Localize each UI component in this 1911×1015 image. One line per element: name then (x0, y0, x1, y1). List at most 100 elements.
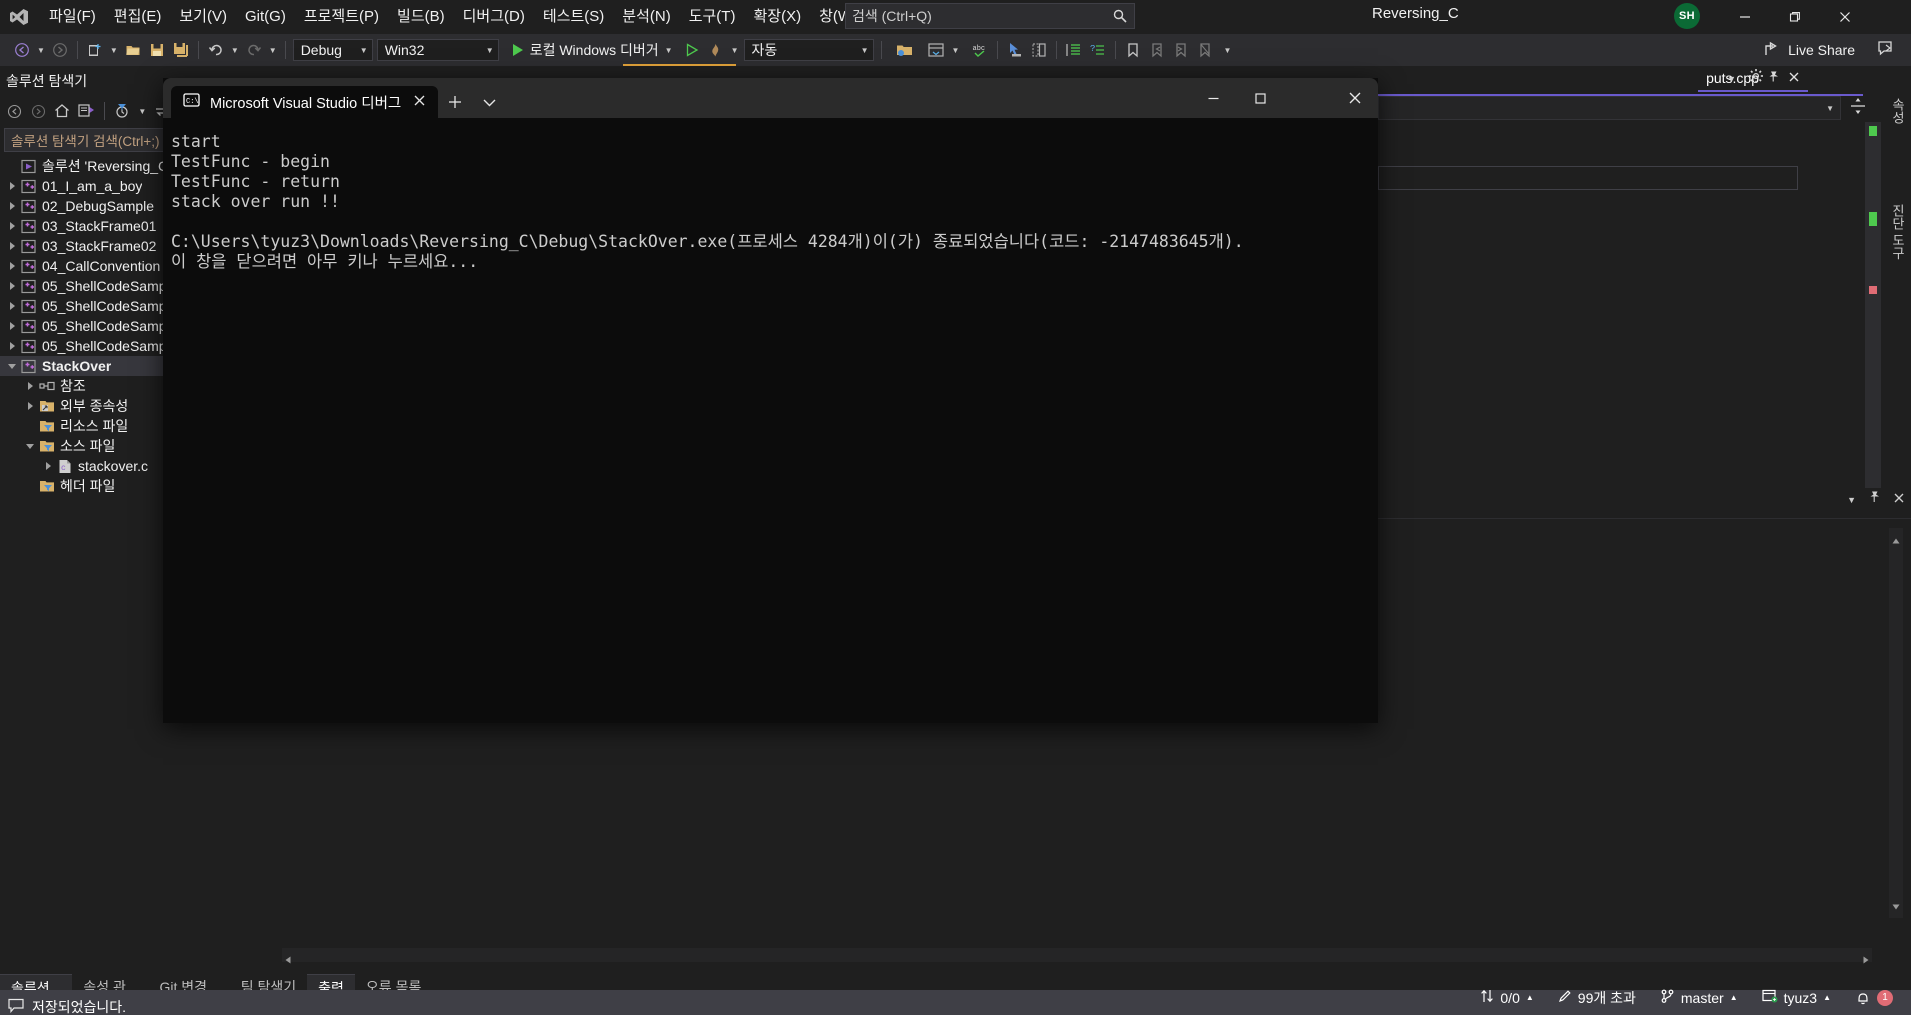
console-tab[interactable]: C:\ Microsoft Visual Studio 디버그 (171, 86, 439, 118)
split-view-icon[interactable] (1849, 96, 1867, 121)
navigation-bar-dropdown[interactable]: ▼ (1378, 96, 1841, 120)
comment-selection-icon[interactable]: ? (1086, 38, 1110, 62)
undo-dropdown-icon[interactable]: ▼ (228, 46, 242, 55)
new-project-dropdown-icon[interactable]: ▼ (107, 46, 121, 55)
solution-view-icon[interactable] (75, 99, 97, 123)
expand-arrow-icon[interactable] (4, 258, 20, 274)
open-file-icon[interactable] (121, 38, 145, 62)
filter-dropdown-icon[interactable]: ▼ (135, 107, 149, 116)
expand-arrow-icon[interactable] (4, 278, 20, 294)
home-icon[interactable] (51, 99, 73, 123)
console-close-button[interactable] (1331, 78, 1378, 118)
start-without-debugging-icon[interactable] (680, 38, 704, 62)
window-minimize-button[interactable] (1722, 0, 1768, 34)
expand-arrow-icon[interactable] (22, 398, 38, 414)
next-bookmark-icon[interactable] (1169, 38, 1193, 62)
collapse-arrow-icon[interactable] (22, 438, 38, 454)
pin-icon[interactable] (1868, 490, 1881, 509)
live-preview-icon[interactable] (1027, 38, 1051, 62)
expand-arrow-icon[interactable] (4, 218, 20, 234)
new-project-icon[interactable] (83, 38, 107, 62)
status-pending-changes[interactable]: 99개 초과 (1546, 988, 1648, 1008)
chevron-down-icon[interactable]: ▼ (1847, 495, 1856, 505)
hot-reload-dropdown-icon[interactable]: ▼ (728, 46, 742, 55)
status-notifications[interactable]: 1 (1843, 989, 1911, 1006)
collapse-arrow-icon[interactable] (4, 358, 20, 374)
spell-check-icon[interactable]: abc (968, 38, 992, 62)
status-repository[interactable]: tyuz3 ▲ (1750, 989, 1843, 1006)
console-maximize-button[interactable] (1237, 78, 1284, 118)
menu-item-tools[interactable]: 도구(T) (680, 3, 745, 31)
menu-item-view[interactable]: 보기(V) (170, 3, 236, 31)
expand-arrow-icon[interactable] (4, 178, 20, 194)
solution-platform-dropdown[interactable]: Win32 ▼ (376, 39, 499, 61)
scroll-down-icon[interactable] (1892, 897, 1900, 915)
window-layout-icon[interactable] (925, 38, 949, 62)
vertical-tab-diagnostics[interactable]: 진단 도구 (1888, 204, 1907, 260)
menu-item-edit[interactable]: 편집(E) (105, 3, 171, 31)
start-debugging-button[interactable]: 로컬 Windows 디버거 ▼ (501, 38, 680, 62)
console-window[interactable]: C:\ Microsoft Visual Studio 디버그 start Tes… (163, 78, 1378, 723)
code-editor-surface[interactable] (1378, 94, 1863, 514)
chevron-down-icon[interactable] (472, 86, 506, 118)
toolbar-overflow-icon[interactable]: ▼ (1217, 46, 1234, 55)
save-file-icon[interactable] (145, 38, 169, 62)
close-icon[interactable] (1788, 70, 1800, 86)
expand-arrow-icon[interactable] (4, 338, 20, 354)
previous-bookmark-icon[interactable] (1145, 38, 1169, 62)
expand-arrow-icon[interactable] (40, 458, 56, 474)
save-all-icon[interactable] (169, 38, 193, 62)
navigate-backward-dropdown-icon[interactable]: ▼ (34, 46, 48, 55)
gear-icon[interactable] (1748, 68, 1764, 89)
status-source-control-sync[interactable]: 0/0 ▲ (1468, 989, 1545, 1006)
close-icon[interactable] (1893, 491, 1905, 509)
window-restore-button[interactable] (1772, 0, 1818, 34)
vertical-tab-properties[interactable]: 속성 (1888, 98, 1907, 124)
search-input[interactable]: 검색 (Ctrl+Q) (845, 3, 1135, 29)
chevron-down-icon[interactable]: ▼ (1727, 74, 1736, 84)
menu-item-test[interactable]: 테스트(S) (534, 3, 613, 31)
select-element-icon[interactable] (1003, 38, 1027, 62)
editor-vertical-scrollbar[interactable] (1865, 122, 1881, 522)
navigate-backward-icon[interactable] (10, 38, 34, 62)
chevron-up-icon[interactable]: ▲ (1823, 993, 1831, 1002)
clear-bookmarks-icon[interactable] (1193, 38, 1217, 62)
pin-icon[interactable] (1767, 70, 1780, 86)
window-layout-dropdown-icon[interactable]: ▼ (949, 46, 963, 55)
back-arrow-icon[interactable] (4, 99, 26, 123)
navigate-forward-icon[interactable] (48, 38, 72, 62)
redo-dropdown-icon[interactable]: ▼ (266, 46, 280, 55)
menu-item-git[interactable]: Git(G) (236, 3, 295, 31)
solution-configuration-dropdown[interactable]: Debug ▼ (292, 39, 373, 61)
new-folder-icon[interactable] (893, 38, 917, 62)
menu-item-file[interactable]: 파일(F) (40, 3, 105, 31)
scroll-left-icon[interactable] (285, 951, 291, 969)
live-share-button[interactable]: Live Share (1764, 38, 1855, 62)
chevron-up-icon[interactable]: ▲ (1526, 993, 1534, 1002)
redo-icon[interactable] (242, 38, 266, 62)
expand-arrow-icon[interactable] (4, 198, 20, 214)
expand-arrow-icon[interactable] (4, 238, 20, 254)
scroll-up-icon[interactable] (1892, 531, 1900, 549)
output-vertical-scrollbar[interactable] (1889, 528, 1903, 918)
scroll-right-icon[interactable] (1863, 951, 1869, 969)
expand-arrow-icon[interactable] (22, 378, 38, 394)
send-feedback-icon[interactable] (1877, 40, 1895, 63)
menu-item-project[interactable]: 프로젝트(P) (295, 3, 388, 31)
toggle-bookmark-icon[interactable] (1121, 38, 1145, 62)
menu-item-build[interactable]: 빌드(B) (388, 3, 454, 31)
menu-item-analyze[interactable]: 분석(N) (613, 3, 679, 31)
chevron-up-icon[interactable]: ▲ (1730, 993, 1738, 1002)
undo-icon[interactable] (204, 38, 228, 62)
avatar[interactable]: SH (1674, 3, 1700, 29)
pending-changes-filter-icon[interactable] (112, 99, 134, 123)
console-minimize-button[interactable] (1190, 78, 1237, 118)
output-horizontal-scrollbar[interactable] (282, 948, 1872, 964)
expand-arrow-icon[interactable] (4, 318, 20, 334)
debug-process-dropdown[interactable]: 자동 ▼ (743, 39, 874, 61)
forward-arrow-icon[interactable] (28, 99, 50, 123)
start-debugging-dropdown-icon[interactable]: ▼ (659, 46, 676, 55)
window-close-button[interactable] (1822, 0, 1868, 34)
close-icon[interactable] (411, 94, 428, 111)
hot-reload-icon[interactable] (704, 38, 728, 62)
